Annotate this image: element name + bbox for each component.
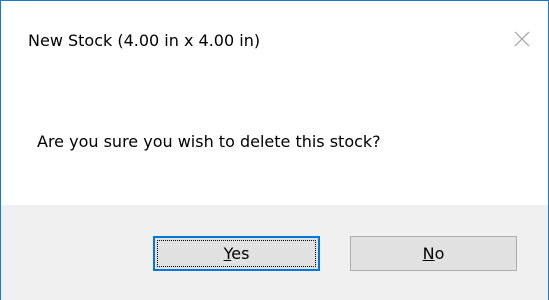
no-access-key: N — [422, 244, 435, 263]
no-button[interactable]: No — [350, 236, 517, 271]
close-button[interactable] — [500, 16, 548, 60]
button-bar: Yes No — [1, 205, 548, 300]
close-icon — [514, 31, 530, 47]
yes-button-label: Yes — [224, 244, 250, 263]
dialog-title: New Stock (4.00 in x 4.00 in) — [28, 31, 261, 50]
confirm-delete-dialog: New Stock (4.00 in x 4.00 in) Are you su… — [0, 0, 549, 300]
confirmation-message: Are you sure you wish to delete this sto… — [37, 132, 381, 151]
no-button-label: No — [423, 244, 445, 263]
yes-button[interactable]: Yes — [153, 236, 320, 271]
yes-label-rest: es — [231, 244, 250, 263]
no-label-rest: o — [434, 244, 445, 263]
